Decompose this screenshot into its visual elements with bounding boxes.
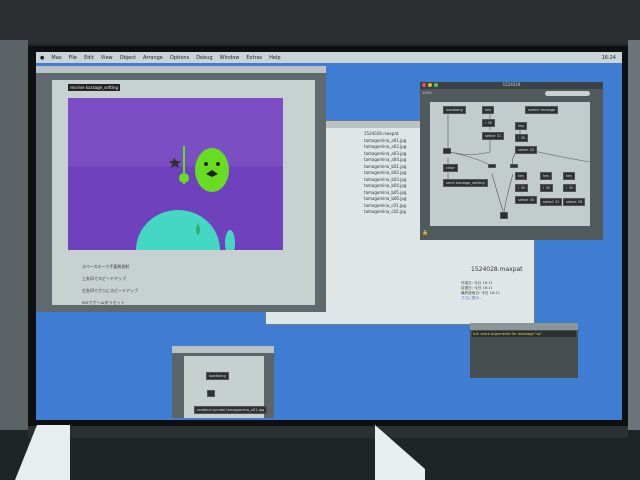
object-select[interactable]: select 30 xyxy=(515,196,538,204)
subpatch-canvas[interactable]: loadbang readout symbol tamagomina_a01.j… xyxy=(184,356,268,418)
search-input[interactable] xyxy=(545,91,590,96)
eye-right xyxy=(216,162,220,166)
menu-options[interactable]: Options xyxy=(170,55,189,61)
file-list: 1524028.maxpat tamagomina_a01.jpg tamago… xyxy=(364,131,406,216)
instruction-text: 上矢印でスピードアップ xyxy=(82,276,126,281)
close-button[interactable] xyxy=(422,83,426,87)
game-scene xyxy=(136,146,235,290)
object-send[interactable]: send karaage_setting xyxy=(443,179,488,187)
menu-help[interactable]: Help xyxy=(269,55,280,61)
patcher-title: 1524028 xyxy=(502,82,521,87)
screen-bottom-bar xyxy=(28,426,628,438)
object-compare[interactable]: ! 30 xyxy=(515,184,529,192)
shuriken-icon xyxy=(169,158,181,168)
file-item[interactable]: tamagomina_c02.jpg xyxy=(364,209,406,216)
menu-edit[interactable]: Edit xyxy=(84,55,94,61)
receive-object[interactable]: receive karaage_setting xyxy=(68,84,120,91)
object-switch[interactable]: switch karaage xyxy=(525,106,559,114)
stick-ball xyxy=(179,173,189,183)
menu-max[interactable]: Max xyxy=(51,55,61,61)
menu-debug[interactable]: Debug xyxy=(196,55,212,61)
presentation-area: receive karaage_setting スペースキーで手裏剣投射 上矢印… xyxy=(52,80,315,305)
file-item[interactable]: tamagomina_b04.jpg xyxy=(364,183,406,190)
subpatch-titlebar[interactable] xyxy=(172,346,274,353)
object-compare[interactable]: ! 30 xyxy=(515,134,529,142)
subpatch-window: loadbang readout symbol tamagomina_a01.j… xyxy=(172,346,274,418)
patcher-canvas[interactable]: loadbang key switch karaage ! 30 select … xyxy=(430,102,590,226)
game-canvas[interactable] xyxy=(68,98,283,290)
show-more-link[interactable]: さらに表示... xyxy=(461,296,500,301)
object-clear[interactable]: clear xyxy=(443,164,458,172)
menu-window[interactable]: Window xyxy=(220,55,240,61)
zoom-button[interactable] xyxy=(434,83,438,87)
minimize-button[interactable] xyxy=(428,83,432,87)
object-gate[interactable] xyxy=(510,164,518,168)
bang-button[interactable] xyxy=(207,390,215,397)
object-compare[interactable]: ! 30 xyxy=(540,184,554,192)
window-blinds-right xyxy=(628,40,640,430)
object-select[interactable]: select 31 xyxy=(482,132,505,140)
object-compare[interactable]: ! 30 xyxy=(563,184,577,192)
menu-file[interactable]: File xyxy=(69,55,77,61)
lock-icon[interactable]: 🔒 xyxy=(422,230,428,236)
presentation-window: receive karaage_setting スペースキーで手裏剣投射 上矢印… xyxy=(36,66,326,312)
apple-icon[interactable]: ● xyxy=(40,55,44,61)
file-item[interactable]: tamagomina_a04.jpg xyxy=(364,157,406,164)
max-console: tut: extra arguments for message "ss" xyxy=(470,323,578,378)
presentation-titlebar[interactable] xyxy=(36,66,326,73)
object-loadbang[interactable]: loadbang xyxy=(443,106,466,114)
ceiling xyxy=(0,0,640,44)
file-item[interactable]: tamagomina_b06.jpg xyxy=(364,196,406,203)
menubar: ● Max File Edit View Object Arrange Opti… xyxy=(36,52,622,63)
object-key[interactable]: key xyxy=(482,106,495,114)
zoom-level[interactable]: 100% xyxy=(422,91,432,95)
file-item[interactable]: tamagomina_a02.jpg xyxy=(364,144,406,151)
object-compare[interactable]: ! 30 xyxy=(482,119,496,127)
whale-tail xyxy=(225,230,235,256)
object-readout[interactable]: readout symbol tamagomina_a01.jpg xyxy=(194,406,268,414)
instruction-text: 左矢印でさらにスピードアップ xyxy=(82,288,138,293)
bang-button[interactable] xyxy=(443,148,451,154)
object-key[interactable]: key xyxy=(515,172,528,180)
patcher-window: 1524028 100% loadbang key switch karaage… xyxy=(420,82,603,240)
whale-body xyxy=(136,210,220,290)
menu-view[interactable]: View xyxy=(101,55,113,61)
instruction-text: スペースキーで手裏剣投射 xyxy=(82,264,130,269)
console-message[interactable]: tut: extra arguments for message "ss" xyxy=(472,331,576,337)
menu-arrange[interactable]: Arrange xyxy=(143,55,163,61)
window-blinds-left xyxy=(0,40,28,430)
object-select[interactable]: select 32 xyxy=(515,146,538,154)
bang-button[interactable] xyxy=(500,212,508,219)
object-gate[interactable] xyxy=(488,164,496,168)
menu-extras[interactable]: Extras xyxy=(246,55,262,61)
patcher-titlebar[interactable]: 1524028 xyxy=(420,82,603,89)
object-key[interactable]: key xyxy=(515,122,528,130)
chair-left xyxy=(15,425,70,480)
preview-title: 1524028.maxpat xyxy=(471,266,523,273)
eye-left xyxy=(204,162,208,166)
console-titlebar[interactable] xyxy=(470,323,578,330)
object-key[interactable]: key xyxy=(540,172,553,180)
object-key[interactable]: key xyxy=(563,172,576,180)
object-loadbang[interactable]: loadbang xyxy=(206,372,229,380)
menu-object[interactable]: Object xyxy=(120,55,136,61)
file-item[interactable]: tamagomina_b02.jpg xyxy=(364,170,406,177)
object-select[interactable]: select 31 xyxy=(540,198,563,206)
object-select[interactable]: select 28 xyxy=(563,198,586,206)
clock: 16:24 xyxy=(601,54,616,61)
instruction-text: escでゲームをリセット xyxy=(82,300,125,305)
